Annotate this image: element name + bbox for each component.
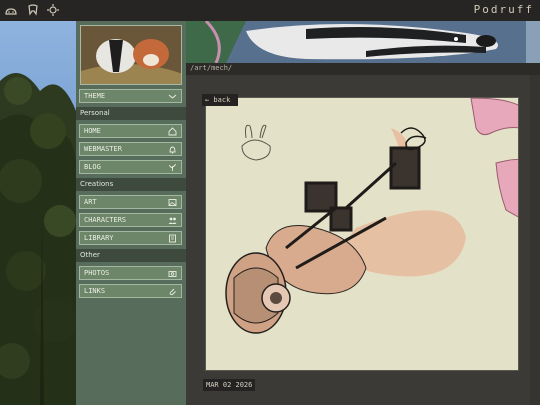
theme-label: THEME [84,92,106,100]
home-icon [168,127,177,136]
nav-blog[interactable]: BLOG [79,160,182,174]
paperclip-icon [169,288,176,296]
top-bar: Podruff [0,0,540,21]
sun-icon[interactable] [46,3,60,17]
nav-label: BLOG [84,163,101,171]
path-bar: /art/mech/ [186,63,540,75]
image-icon [168,199,177,206]
nav-label: ART [84,198,97,206]
tooth-icon[interactable] [26,3,40,17]
nav-label: LIBRARY [84,234,114,242]
nav-links[interactable]: LINKS [79,284,182,298]
theme-select[interactable]: THEME [79,89,182,103]
section-other: Other [76,249,186,262]
nav-home[interactable]: HOME [79,124,182,138]
people-icon [168,217,177,224]
nav-library[interactable]: LIBRARY [79,231,182,245]
background-photo [0,21,76,405]
scrollbar[interactable] [530,75,540,405]
back-button[interactable]: ← back [202,94,238,106]
chevron-down-icon [168,94,177,99]
nav-label: LINKS [84,287,106,295]
plant-icon [169,163,176,171]
current-path: /art/mech/ [190,64,233,72]
nav-label: HOME [84,127,101,135]
bell-icon [169,146,176,154]
artwork-date: MAR 02 2026 [203,379,256,391]
nav-label: PHOTOS [84,269,110,277]
nav-photos[interactable]: PHOTOS [79,266,182,280]
nav-characters[interactable]: CHARACTERS [79,213,182,227]
nav-label: WEBMASTER [84,145,122,153]
section-creations: Creations [76,178,186,191]
nav-art[interactable]: ART [79,195,182,209]
bunny-doodle [241,124,271,161]
bunny-icon[interactable] [4,3,18,17]
section-personal: Personal [76,107,186,120]
artwork-image [205,97,519,371]
sidebar: THEME Personal HOME WEBMASTER BLOG Creat… [76,21,186,405]
nav-webmaster[interactable]: WEBMASTER [79,142,182,156]
book-icon [169,234,176,243]
header-banner [186,21,540,63]
badger-avatar [80,25,182,85]
camera-icon [168,271,177,277]
site-brand[interactable]: Podruff [474,3,534,16]
nav-label: CHARACTERS [84,216,127,224]
